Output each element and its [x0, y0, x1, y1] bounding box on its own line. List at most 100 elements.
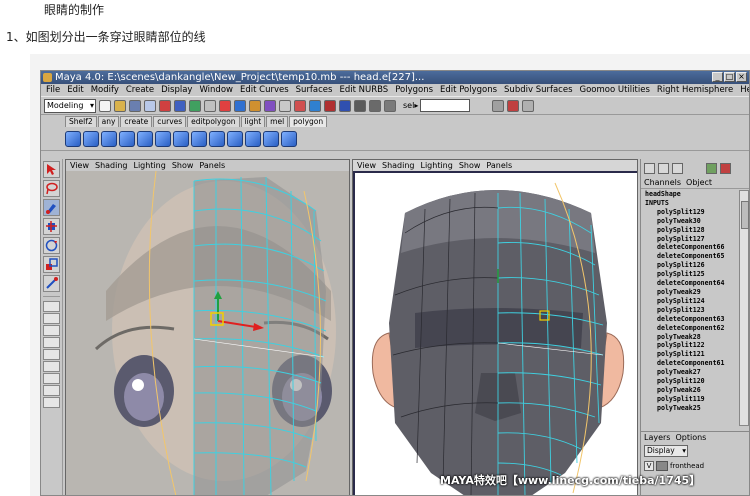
paint-select-tool-icon[interactable] — [43, 199, 60, 216]
hypershade-layout-icon[interactable] — [43, 361, 60, 372]
graph-editor-layout-icon[interactable] — [43, 385, 60, 396]
history-node[interactable]: polyTweak26 — [643, 386, 739, 395]
viewport-menu-view[interactable]: View — [70, 160, 89, 171]
select-component-icon[interactable] — [174, 99, 186, 112]
manipulator-tool-icon[interactable] — [43, 275, 60, 292]
new-scene-icon[interactable] — [99, 99, 111, 112]
save-scene-icon[interactable] — [129, 99, 141, 112]
history-node[interactable]: polySplit127 — [643, 235, 739, 244]
history-node[interactable]: deleteComponent65 — [643, 252, 739, 261]
layers-menu[interactable]: Layers — [644, 432, 670, 443]
viewport-menu-shading[interactable]: Shading — [95, 160, 128, 171]
maximize-button[interactable]: □ — [724, 72, 735, 82]
extrude-face-icon[interactable] — [155, 130, 171, 147]
layer-options-menu[interactable]: Options — [675, 432, 706, 443]
menu-edit-nurbs[interactable]: Edit NURBS — [339, 84, 388, 96]
rotate-tool-icon[interactable] — [43, 237, 60, 254]
history-node[interactable]: polyTweak27 — [643, 368, 739, 377]
shelf-tab-mel[interactable]: mel — [266, 116, 289, 127]
channels-menu[interactable]: Channels — [644, 177, 681, 188]
misc-mask-icon[interactable] — [264, 99, 276, 112]
history-node[interactable]: deleteComponent66 — [643, 243, 739, 252]
ipr-render-icon[interactable] — [369, 99, 381, 112]
menu-modify[interactable]: Modify — [91, 84, 119, 96]
channel-box-settings-icon[interactable] — [720, 162, 731, 174]
select-object-icon[interactable] — [159, 99, 171, 112]
perspective-viewport[interactable]: View Shading Lighting Show Panels — [352, 159, 638, 495]
menu-edit[interactable]: Edit — [67, 84, 83, 96]
menu-create[interactable]: Create — [126, 84, 154, 96]
layer-color-swatch[interactable] — [656, 461, 668, 471]
history-node[interactable]: polyTweak29 — [643, 288, 739, 297]
snap-point-icon[interactable] — [309, 99, 321, 112]
combine-icon[interactable] — [263, 130, 279, 147]
attribute-editor-layout-icon[interactable] — [658, 162, 669, 174]
persp-outliner-layout-icon[interactable] — [43, 349, 60, 360]
front-viewport-canvas[interactable] — [66, 170, 349, 495]
viewport-menu-panels-right[interactable]: Panels — [486, 160, 512, 171]
shelf-tab-light[interactable]: light — [240, 116, 266, 127]
minimize-button[interactable]: _ — [712, 72, 723, 82]
front-viewport[interactable]: View Shading Lighting Show Panels — [65, 159, 350, 495]
menu-help[interactable]: Help — [740, 84, 749, 96]
menu-surfaces[interactable]: Surfaces — [296, 84, 333, 96]
pick-mask-icon[interactable] — [189, 99, 201, 112]
poly-cylinder-icon[interactable] — [119, 130, 135, 147]
mirror-geometry-icon[interactable] — [245, 130, 261, 147]
shelf-tab-editpolygon[interactable]: editpolygon — [187, 116, 240, 127]
shelf-tab-any[interactable]: any — [97, 116, 120, 127]
viewport-menu-lighting-right[interactable]: Lighting — [420, 160, 452, 171]
merge-vertices-icon[interactable] — [191, 130, 207, 147]
snap-plane-icon[interactable] — [324, 99, 336, 112]
history-node[interactable]: deleteComponent63 — [643, 315, 739, 324]
attribute-editor-icon[interactable] — [492, 99, 505, 112]
shelf-tab-polygon[interactable]: polygon — [289, 116, 328, 127]
menu-window[interactable]: Window — [199, 84, 233, 96]
move-tool-icon[interactable] — [43, 218, 60, 235]
vertex-mask-icon[interactable] — [204, 99, 216, 112]
viewport-menu-shading-right[interactable]: Shading — [382, 160, 415, 171]
history-node[interactable]: polySplit124 — [643, 297, 739, 306]
shelf-tab-create[interactable]: create — [120, 116, 153, 127]
viewport-menu-lighting[interactable]: Lighting — [133, 160, 165, 171]
history-node[interactable]: deleteComponent64 — [643, 279, 739, 288]
history-node[interactable]: polySplit120 — [643, 377, 739, 386]
face-mask-icon[interactable] — [234, 99, 246, 112]
menu-subdiv-surfaces[interactable]: Subdiv Surfaces — [504, 84, 572, 96]
custom-layout-icon[interactable] — [43, 397, 60, 408]
lasso-tool-icon[interactable] — [43, 180, 60, 197]
select-hierarchy-icon[interactable] — [144, 99, 156, 112]
history-node[interactable]: polyTweak30 — [643, 217, 739, 226]
shelf-tab-curves[interactable]: curves — [153, 116, 187, 127]
shape-node[interactable]: headShape — [643, 190, 739, 199]
history-node[interactable]: polySplit119 — [643, 395, 739, 404]
history-node[interactable]: polyTweak25 — [643, 404, 739, 413]
split-polygon-icon[interactable] — [137, 130, 153, 147]
edge-mask-icon[interactable] — [219, 99, 231, 112]
menu-edit-polygons[interactable]: Edit Polygons — [440, 84, 497, 96]
viewport-menu-view-right[interactable]: View — [357, 160, 376, 171]
shelf-tab-shelf2[interactable]: Shelf2 — [65, 116, 97, 127]
side-by-side-layout-icon[interactable] — [43, 325, 60, 336]
single-view-layout-icon[interactable] — [43, 301, 60, 312]
viewport-menu-show-right[interactable]: Show — [459, 160, 481, 171]
delete-edge-icon[interactable] — [281, 130, 297, 147]
history-node[interactable]: polySplit121 — [643, 350, 739, 359]
persp-graph-layout-icon[interactable] — [43, 337, 60, 348]
scale-tool-icon[interactable] — [43, 256, 60, 273]
layer-row[interactable]: V fronthead — [641, 461, 749, 471]
snap-curve-icon[interactable] — [294, 99, 306, 112]
perspective-viewport-canvas[interactable] — [353, 171, 637, 495]
channel-box-toggle-icon[interactable] — [522, 99, 535, 112]
history-node[interactable]: polySplit126 — [643, 261, 739, 270]
history-node[interactable]: deleteComponent61 — [643, 359, 739, 368]
history-node[interactable]: polySplit123 — [643, 306, 739, 315]
history-node[interactable]: polySplit129 — [643, 208, 739, 217]
close-button[interactable]: × — [736, 72, 747, 82]
history-node[interactable]: deleteComponent62 — [643, 324, 739, 333]
menu-edit-curves[interactable]: Edit Curves — [240, 84, 289, 96]
uv-mask-icon[interactable] — [249, 99, 261, 112]
tool-settings-icon[interactable] — [507, 99, 520, 112]
history-node[interactable]: polySplit122 — [643, 341, 739, 350]
viewport-menu-show[interactable]: Show — [172, 160, 194, 171]
